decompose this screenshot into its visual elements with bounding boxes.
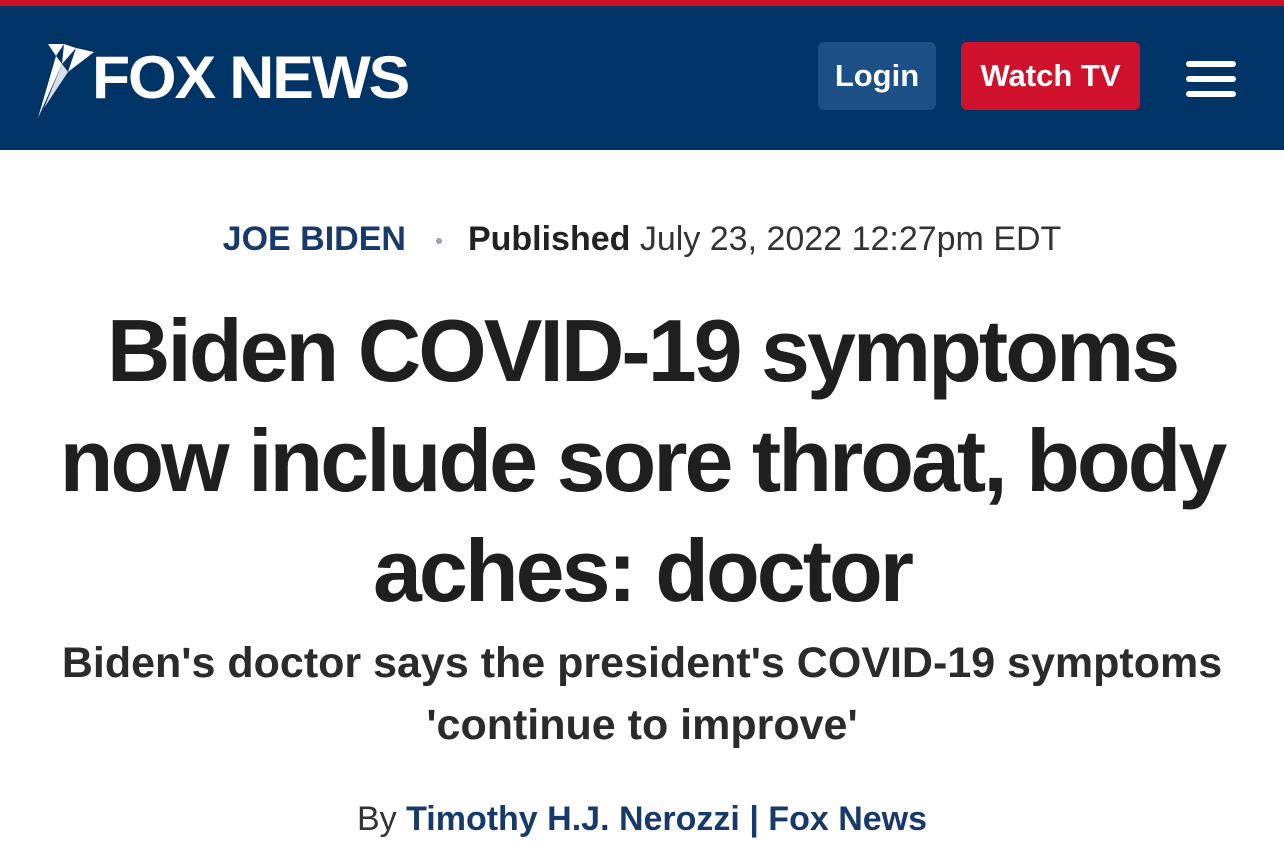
logo-wordmark: FOX NEWS — [92, 44, 410, 111]
article-headline: Biden COVID-19 symptoms now include sore… — [59, 301, 1228, 620]
watch-tv-button[interactable]: Watch TV — [961, 42, 1140, 110]
published-label: Published — [467, 220, 631, 258]
searchlight-logo-icon — [38, 44, 94, 118]
login-button[interactable]: Login — [818, 42, 936, 110]
fox-news-logo[interactable]: FOX NEWS — [34, 42, 434, 122]
site-header: FOX NEWS Login Watch TV — [0, 6, 1284, 150]
byline-separator: | — [749, 800, 759, 838]
article-subheadline: Biden's doctor says the president's COVI… — [61, 639, 1223, 749]
published-date: July 23, 2022 12:27pm EDT — [639, 220, 1062, 258]
byline-prefix: By — [356, 800, 397, 838]
hamburger-menu-icon[interactable] — [1186, 61, 1236, 97]
outlet-link[interactable]: Fox News — [768, 800, 927, 838]
category-link[interactable]: JOE BIDEN — [223, 220, 406, 258]
article-meta: JOE BIDEN Published July 23, 2022 12:27pm… — [0, 220, 1284, 259]
article-byline: By Timothy H.J. Nerozzi | Fox News — [0, 800, 1284, 839]
separator-dot — [435, 238, 442, 245]
author-link[interactable]: Timothy H.J. Nerozzi — [406, 800, 740, 838]
